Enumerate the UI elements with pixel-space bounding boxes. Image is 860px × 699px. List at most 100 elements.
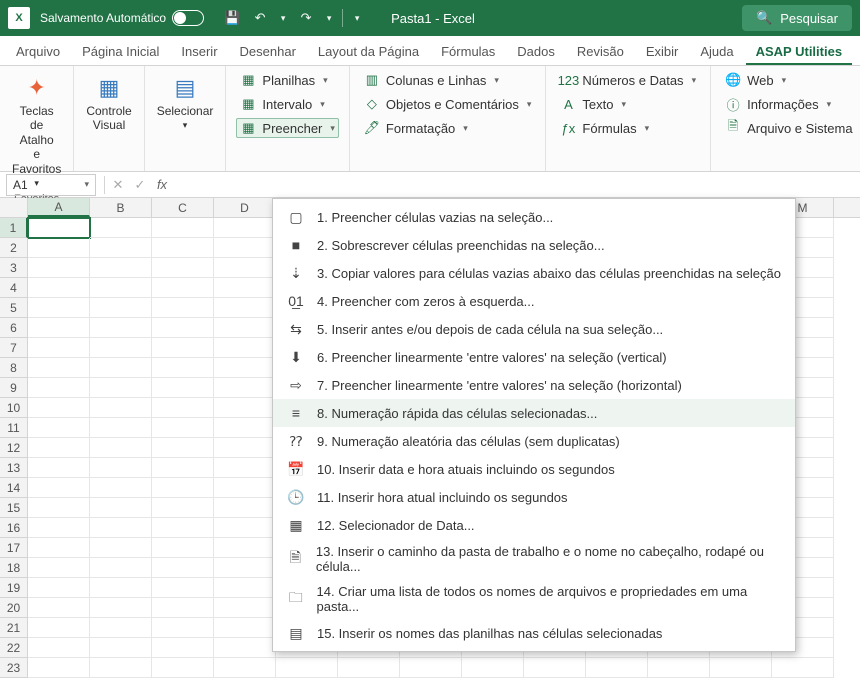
cell[interactable]: [152, 558, 214, 578]
row-header[interactable]: 3: [0, 258, 28, 278]
cell[interactable]: [214, 538, 276, 558]
cell[interactable]: [214, 298, 276, 318]
name-box[interactable]: A1 ▾: [6, 174, 96, 196]
cell[interactable]: [214, 318, 276, 338]
cell[interactable]: [90, 578, 152, 598]
cell[interactable]: [214, 418, 276, 438]
column-header[interactable]: C: [152, 198, 214, 217]
menu-item-2[interactable]: ■2. Sobrescrever células preenchidas na …: [273, 231, 795, 259]
tab-p-gina-inicial[interactable]: Página Inicial: [72, 38, 169, 65]
tab-dados[interactable]: Dados: [507, 38, 565, 65]
cell[interactable]: [90, 318, 152, 338]
row-header[interactable]: 5: [0, 298, 28, 318]
cell[interactable]: [152, 478, 214, 498]
row-header[interactable]: 15: [0, 498, 28, 518]
cell[interactable]: [90, 658, 152, 678]
menu-item-11[interactable]: 🕒11. Inserir hora atual incluindo os seg…: [273, 483, 795, 511]
tab-layout-da-p-gina[interactable]: Layout da Página: [308, 38, 429, 65]
cell[interactable]: [214, 398, 276, 418]
cell[interactable]: [90, 378, 152, 398]
cmd-f-rmulas[interactable]: ƒxFórmulas▾: [556, 118, 700, 138]
menu-item-15[interactable]: ▤15. Inserir os nomes das planilhas nas …: [273, 619, 795, 647]
row-header[interactable]: 23: [0, 658, 28, 678]
row-header[interactable]: 13: [0, 458, 28, 478]
tab-arquivo[interactable]: Arquivo: [6, 38, 70, 65]
tab-revis-o[interactable]: Revisão: [567, 38, 634, 65]
cell[interactable]: [90, 638, 152, 658]
cell[interactable]: [214, 238, 276, 258]
cell[interactable]: [152, 538, 214, 558]
select-button[interactable]: ▤ Selecionar ▾: [155, 70, 216, 135]
column-header[interactable]: D: [214, 198, 276, 217]
cell[interactable]: [214, 638, 276, 658]
cell[interactable]: [276, 658, 338, 678]
spreadsheet-grid[interactable]: ABCDM 1234567891011121314151617181920212…: [0, 198, 860, 678]
cancel-formula-button[interactable]: ✕: [107, 177, 129, 193]
row-header[interactable]: 9: [0, 378, 28, 398]
cell[interactable]: [28, 458, 90, 478]
row-header[interactable]: 14: [0, 478, 28, 498]
cell[interactable]: [152, 378, 214, 398]
tab-exibir[interactable]: Exibir: [636, 38, 689, 65]
cell[interactable]: [90, 618, 152, 638]
cell[interactable]: [214, 278, 276, 298]
cell[interactable]: [28, 658, 90, 678]
cell[interactable]: [462, 658, 524, 678]
cell[interactable]: [28, 438, 90, 458]
cell[interactable]: [152, 418, 214, 438]
cell[interactable]: [28, 498, 90, 518]
cell[interactable]: [90, 538, 152, 558]
cell[interactable]: [214, 598, 276, 618]
menu-item-3[interactable]: ⇣3. Copiar valores para células vazias a…: [273, 259, 795, 287]
cell[interactable]: [90, 498, 152, 518]
menu-item-12[interactable]: ▦12. Selecionador de Data...: [273, 511, 795, 539]
cell[interactable]: [90, 398, 152, 418]
menu-item-7[interactable]: ⇨7. Preencher linearmente 'entre valores…: [273, 371, 795, 399]
row-header[interactable]: 18: [0, 558, 28, 578]
cell[interactable]: [90, 358, 152, 378]
save-icon[interactable]: 💾: [222, 8, 242, 28]
cell[interactable]: [214, 218, 276, 238]
cell[interactable]: [90, 598, 152, 618]
cmd-arquivo-e-sistema[interactable]: 🗎Arquivo e Sistema▾: [721, 118, 860, 138]
cmd-preencher[interactable]: ▦Preencher▾: [236, 118, 339, 138]
column-header[interactable]: B: [90, 198, 152, 217]
row-header[interactable]: 21: [0, 618, 28, 638]
cell[interactable]: [28, 238, 90, 258]
cell[interactable]: [214, 658, 276, 678]
cell[interactable]: [152, 498, 214, 518]
row-header[interactable]: 4: [0, 278, 28, 298]
cell[interactable]: [28, 578, 90, 598]
cell[interactable]: [214, 518, 276, 538]
menu-item-6[interactable]: ⬇6. Preencher linearmente 'entre valores…: [273, 343, 795, 371]
row-header[interactable]: 8: [0, 358, 28, 378]
autosave-toggle[interactable]: [172, 10, 204, 26]
cmd-planilhas[interactable]: ▦Planilhas▾: [236, 70, 339, 90]
cell[interactable]: [90, 478, 152, 498]
row-header[interactable]: 19: [0, 578, 28, 598]
cell[interactable]: [152, 658, 214, 678]
fx-button[interactable]: fx: [151, 177, 173, 192]
tab-asap-utilities[interactable]: ASAP Utilities: [746, 38, 852, 65]
cell[interactable]: [152, 618, 214, 638]
cell[interactable]: [28, 318, 90, 338]
undo-icon[interactable]: ↶: [250, 8, 270, 28]
row-header[interactable]: 17: [0, 538, 28, 558]
cmd-colunas-e-linhas[interactable]: ▥Colunas e Linhas▾: [360, 70, 535, 90]
cell[interactable]: [90, 418, 152, 438]
cell[interactable]: [152, 518, 214, 538]
menu-item-5[interactable]: ⇆5. Inserir antes e/ou depois de cada cé…: [273, 315, 795, 343]
cell[interactable]: [28, 258, 90, 278]
cell[interactable]: [214, 458, 276, 478]
cell[interactable]: [90, 558, 152, 578]
row-header[interactable]: 20: [0, 598, 28, 618]
row-header[interactable]: 7: [0, 338, 28, 358]
tab-f-rmulas[interactable]: Fórmulas: [431, 38, 505, 65]
cell[interactable]: [28, 298, 90, 318]
cell[interactable]: [90, 298, 152, 318]
cell[interactable]: [214, 578, 276, 598]
formula-input[interactable]: [173, 174, 860, 196]
menu-item-1[interactable]: ▢1. Preencher células vazias na seleção.…: [273, 203, 795, 231]
row-header[interactable]: 22: [0, 638, 28, 658]
cell[interactable]: [152, 258, 214, 278]
